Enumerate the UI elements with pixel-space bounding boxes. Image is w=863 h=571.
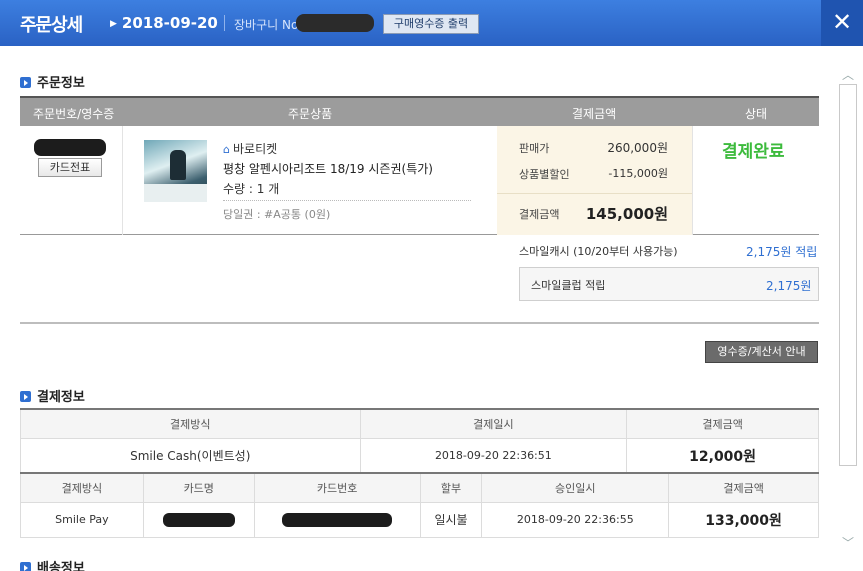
sale-price-value: 260,000원 xyxy=(607,141,668,155)
page-title: 주문상세 xyxy=(20,15,83,36)
col-product: 주문상품 xyxy=(288,107,333,121)
order-info-title: 주문정보 xyxy=(20,72,85,91)
redacted-cart-number xyxy=(296,14,374,32)
product-name[interactable]: 평창 알펜시아리조트 18/19 시즌권(특가) xyxy=(223,160,433,177)
scroll-thumb[interactable] xyxy=(839,84,857,466)
col-status: 상태 xyxy=(745,107,768,121)
th-pay-amount: 결제금액 xyxy=(626,408,819,439)
section-bullet-icon xyxy=(20,391,31,402)
status-badge: 결제완료 xyxy=(722,142,785,162)
cell-card-name xyxy=(142,501,255,538)
payment-table-card: 결제방식 카드명 카드번호 할부 승인일시 결제금액 Smile Pay 일시불… xyxy=(20,472,819,538)
order-date: ▶ 2018-09-20 xyxy=(110,14,218,32)
th-approval-date: 승인일시 xyxy=(481,472,670,503)
shop-link[interactable]: ⌂ 바로티켓 xyxy=(223,140,277,157)
th-pay-method: 결제방식 xyxy=(20,408,361,439)
cell-card-number xyxy=(253,501,421,538)
th-installment: 할부 xyxy=(419,472,483,503)
card-slip-button[interactable]: 카드전표 xyxy=(38,158,102,177)
cell-pay-method: Smile Pay xyxy=(20,501,144,538)
sale-price-label: 판매가 xyxy=(519,142,550,155)
price-divider xyxy=(497,193,692,194)
order-row: 카드전표 ⌂ 바로티켓 평창 알펜시아리조트 18/19 시즌권(특가) 수량 :… xyxy=(20,126,819,235)
th-pay-method: 결제방식 xyxy=(20,472,144,503)
pay-amount-value: 145,000원 xyxy=(585,205,668,223)
scroll-down-icon[interactable]: ﹀ xyxy=(842,534,854,551)
cell-pay-method: Smile Cash(이벤트성) xyxy=(20,437,361,474)
order-info-title-text: 주문정보 xyxy=(37,76,85,91)
th-pay-amount: 결제금액 xyxy=(668,472,819,503)
redacted-order-number xyxy=(34,139,106,156)
cart-number-label: 장바구니 No xyxy=(234,18,299,32)
receipt-guide-button[interactable]: 영수증/계산서 안내 xyxy=(705,341,818,363)
cell-pay-date: 2018-09-20 22:36:51 xyxy=(359,437,628,474)
cell-approval-date: 2018-09-20 22:36:55 xyxy=(481,501,670,538)
smile-club-box: 스마일클럽 적립 2,175원 xyxy=(519,267,819,301)
delivery-info-title-text: 배송정보 xyxy=(37,561,85,571)
cell-pay-amount: 133,000원 xyxy=(668,501,819,538)
header-divider xyxy=(224,15,225,31)
smile-club-value: 2,175원 xyxy=(766,279,812,293)
smile-club-label: 스마일클럽 적립 xyxy=(531,279,606,292)
column-divider xyxy=(122,126,123,235)
redacted-card-number xyxy=(282,512,393,527)
dotted-divider xyxy=(223,200,471,201)
product-quantity: 수량 : 1 개 xyxy=(223,182,280,196)
product-thumbnail[interactable] xyxy=(144,140,207,202)
print-receipt-button[interactable]: 구매영수증 출력 xyxy=(383,14,479,34)
smile-cash-label: 스마일캐시 (10/20부터 사용가능) xyxy=(519,245,678,258)
th-card-name: 카드명 xyxy=(142,472,255,503)
section-bullet-icon xyxy=(20,77,31,88)
table-row: Smile Cash(이벤트성) 2018-09-20 22:36:51 12,… xyxy=(20,437,819,474)
product-option: 당일권 : #A공통 (0원) xyxy=(223,208,331,221)
section-bullet-icon xyxy=(20,562,31,571)
column-divider xyxy=(692,126,693,235)
order-table-header: 주문번호/영수증 주문상품 결제금액 상태 xyxy=(20,96,819,126)
th-card-number: 카드번호 xyxy=(253,472,421,503)
scroll-up-icon[interactable]: ︿ xyxy=(842,66,854,83)
pay-amount-label: 결제금액 xyxy=(519,208,560,221)
payment-table-cash: 결제방식 결제일시 결제금액 Smile Cash(이벤트성) 2018-09-… xyxy=(20,408,819,474)
redacted-card-name xyxy=(162,512,235,527)
delivery-info-title: 배송정보 xyxy=(20,557,85,571)
table-row: Smile Pay 일시불 2018-09-20 22:36:55 133,00… xyxy=(20,501,819,538)
order-date-text: 2018-09-20 xyxy=(121,14,218,32)
close-icon[interactable]: ✕ xyxy=(821,0,863,46)
triangle-right-icon: ▶ xyxy=(110,19,117,29)
shop-name: 바로티켓 xyxy=(232,142,278,156)
payment-info-title: 결제정보 xyxy=(20,386,85,405)
thumbnail-snow xyxy=(144,184,207,202)
home-icon: ⌂ xyxy=(223,143,230,156)
scrollbar[interactable]: ︿ ﹀ xyxy=(837,60,859,560)
discount-label: 상품별할인 xyxy=(519,168,570,181)
cell-pay-amount: 12,000원 xyxy=(626,437,819,474)
window-header: 주문상세 ▶ 2018-09-20 장바구니 No 구매영수증 출력 ✕ xyxy=(0,0,863,46)
thumbnail-skier xyxy=(170,150,186,180)
section-divider xyxy=(20,322,819,324)
col-order-number: 주문번호/영수증 xyxy=(33,107,115,121)
cell-installment: 일시불 xyxy=(419,501,483,538)
smile-cash-value: 2,175원 적립 xyxy=(746,245,818,259)
price-summary: 판매가 260,000원 상품별할인 -115,000원 결제금액 145,00… xyxy=(497,126,692,235)
discount-value: -115,000원 xyxy=(608,167,668,180)
th-pay-date: 결제일시 xyxy=(359,408,628,439)
col-pay-amount: 결제금액 xyxy=(572,107,617,121)
payment-info-title-text: 결제정보 xyxy=(37,390,85,405)
